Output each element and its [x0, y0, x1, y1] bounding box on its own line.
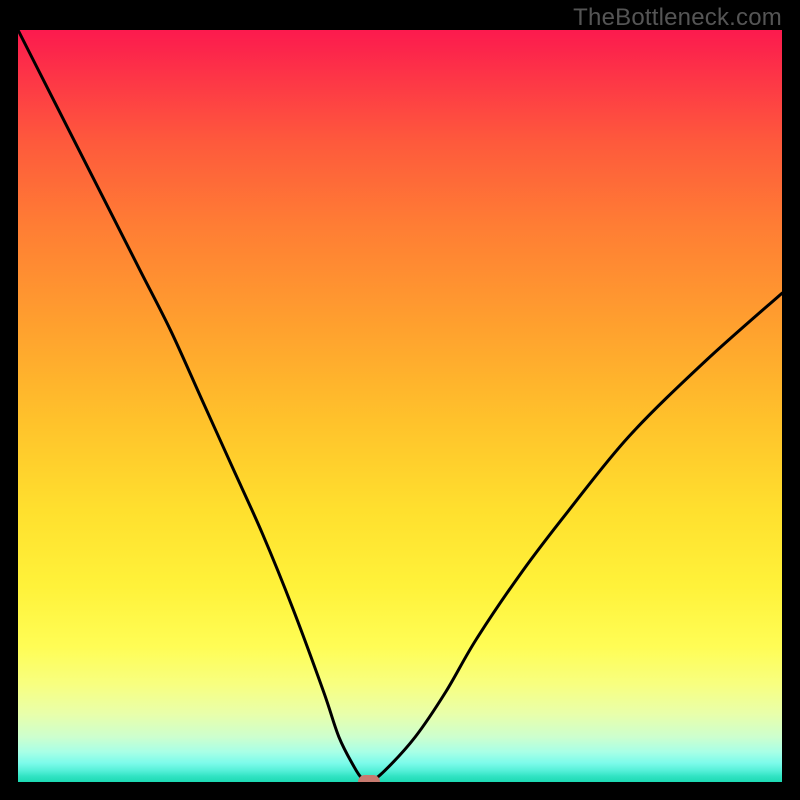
bottleneck-curve — [18, 30, 782, 782]
plot-area — [18, 30, 782, 782]
watermark-text: TheBottleneck.com — [573, 4, 782, 32]
chart-frame: TheBottleneck.com — [0, 0, 800, 800]
optimum-marker — [358, 775, 380, 782]
